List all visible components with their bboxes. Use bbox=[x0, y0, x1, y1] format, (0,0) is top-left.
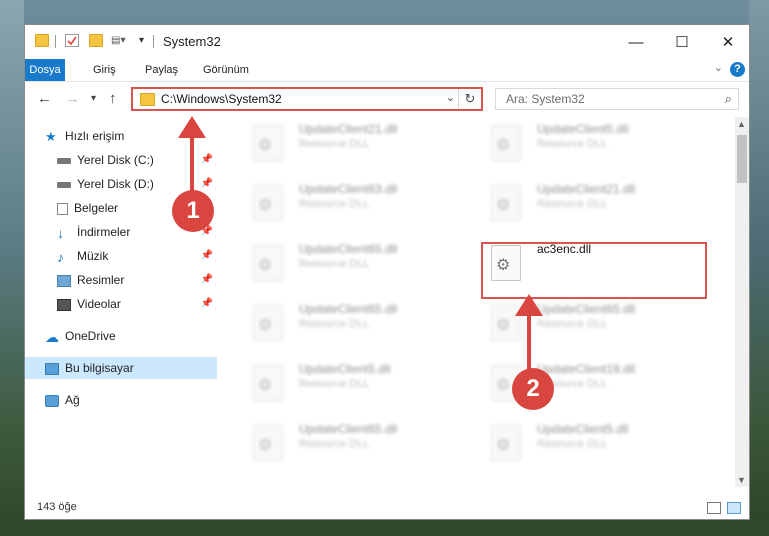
arrow-1 bbox=[178, 116, 206, 198]
step-badge-2: 2 bbox=[512, 368, 554, 410]
annotation-arrows bbox=[178, 116, 543, 375]
step-badge-1: 1 bbox=[172, 190, 214, 232]
arrow-2 bbox=[515, 294, 543, 375]
